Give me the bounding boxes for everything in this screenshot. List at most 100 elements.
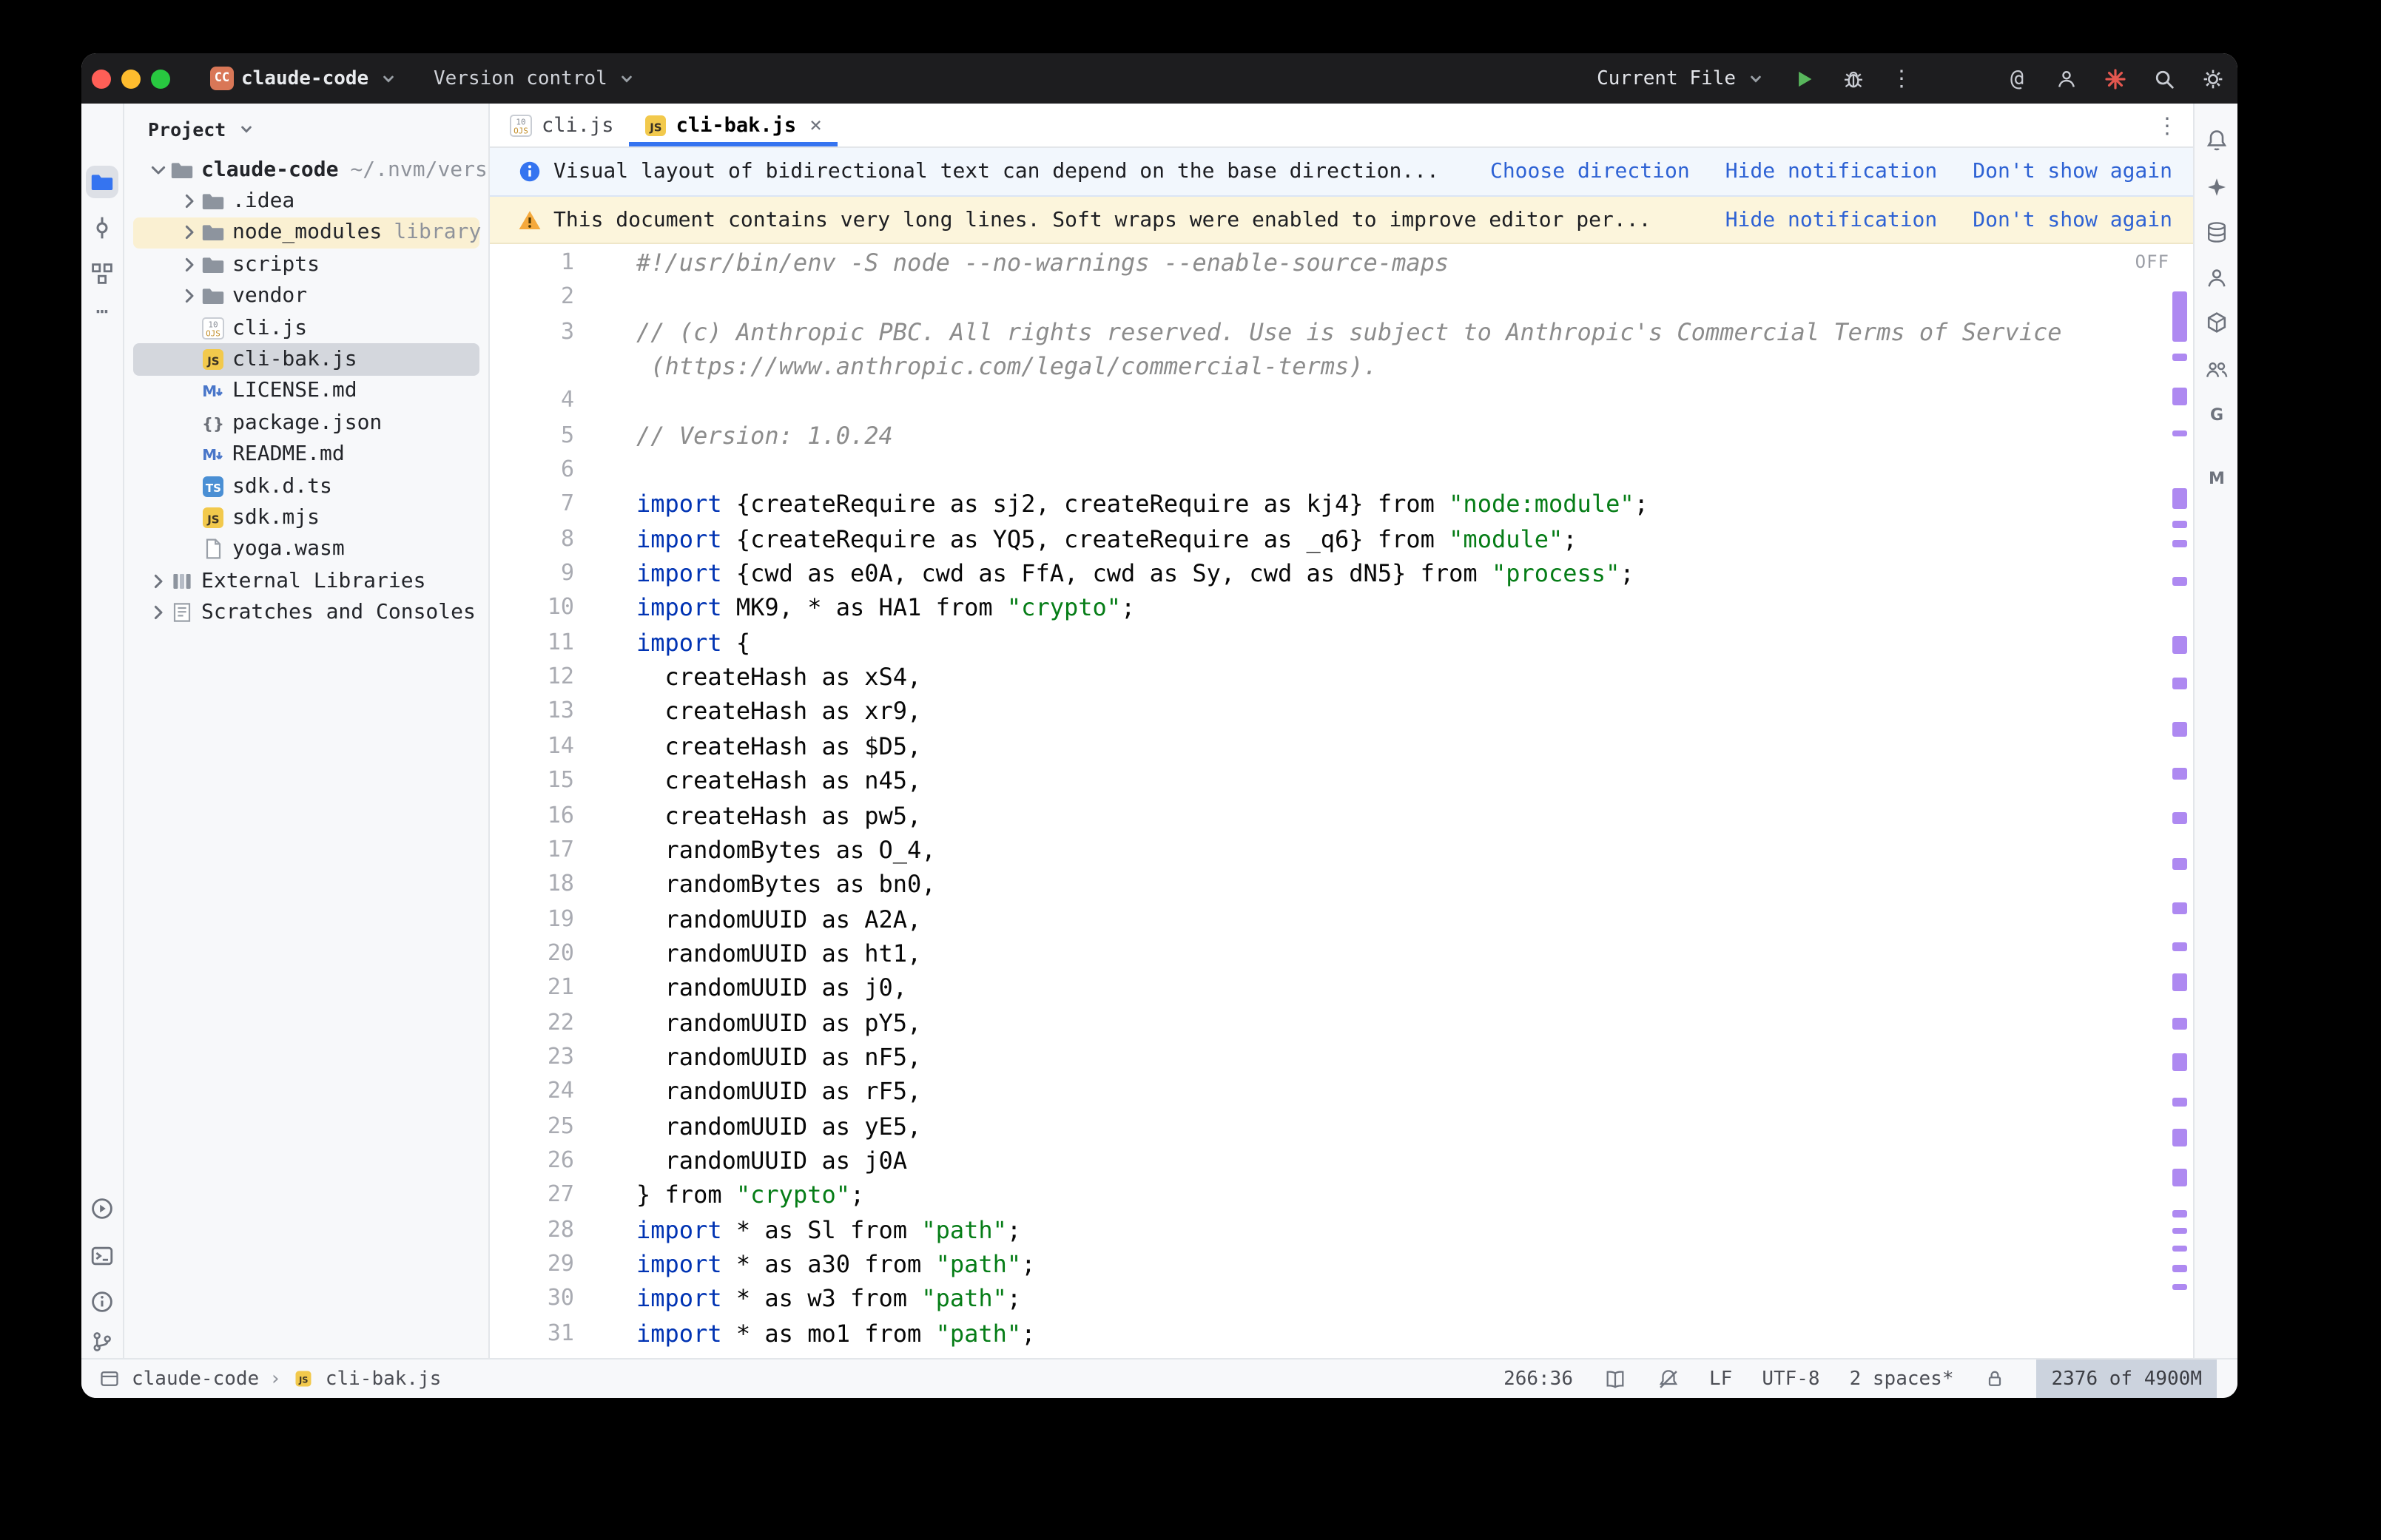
profile-icon[interactable] xyxy=(2054,67,2078,90)
code-line[interactable]: 1#!/usr/bin/env -S node --no-warnings --… xyxy=(490,246,2193,280)
tree-item-idea[interactable]: .idea xyxy=(133,186,479,217)
change-marker[interactable] xyxy=(2172,636,2187,654)
code-line[interactable]: 14 createHash as $D5, xyxy=(490,729,2193,764)
change-marker[interactable] xyxy=(2172,812,2187,824)
tree-item-sdk-mjs[interactable]: JSsdk.mjs xyxy=(133,502,479,534)
caret-position-widget[interactable]: 266:36 xyxy=(1503,1368,1573,1390)
change-marker[interactable] xyxy=(2172,1018,2187,1030)
tree-item-license-md[interactable]: MLICENSE.md xyxy=(133,375,479,407)
tree-item-claude-code[interactable]: claude-code~/.nvm/vers xyxy=(133,154,479,186)
code-line[interactable]: 19 randomUUID as A2A, xyxy=(490,902,2193,936)
more-tools-button[interactable]: ⋯ xyxy=(86,296,118,328)
tree-item-scripts[interactable]: scripts xyxy=(133,249,479,280)
change-marker[interactable] xyxy=(2172,1284,2187,1290)
profile-tool-button[interactable] xyxy=(2201,263,2231,293)
chevron-right-icon[interactable] xyxy=(147,570,170,593)
change-marker[interactable] xyxy=(2172,678,2187,689)
scrollbar-change-markers[interactable] xyxy=(2172,244,2189,1358)
debug-button[interactable] xyxy=(1841,67,1865,90)
ai-tool-button[interactable] xyxy=(2201,173,2231,203)
change-marker[interactable] xyxy=(2172,973,2187,991)
close-tab-icon[interactable]: × xyxy=(809,113,822,137)
settings-button[interactable] xyxy=(2200,67,2224,90)
change-marker[interactable] xyxy=(2172,858,2187,870)
encoding-widget[interactable]: UTF-8 xyxy=(1762,1368,1819,1390)
chevron-right-icon[interactable] xyxy=(178,285,201,308)
breadcrumb-project[interactable]: claude-code xyxy=(132,1368,259,1390)
reader-mode-icon[interactable] xyxy=(1603,1367,1626,1391)
chevron-right-icon[interactable] xyxy=(178,221,201,245)
tree-item-scratches-and-consoles[interactable]: Scratches and Consoles xyxy=(133,597,479,629)
change-marker[interactable] xyxy=(2172,488,2187,509)
close-window-button[interactable] xyxy=(91,69,110,88)
banner-link-don-t-show-again[interactable]: Don't show again xyxy=(1973,160,2172,183)
tab-options-button[interactable]: ⋮ xyxy=(2156,112,2178,138)
vcs-widget[interactable]: Version control xyxy=(434,53,639,104)
tab-cli-js[interactable]: 10OJScli.js xyxy=(494,104,629,146)
code-line[interactable]: 10import MK9, * as HA1 from "crypto"; xyxy=(490,591,2193,626)
code-line[interactable]: 29import * as a30 from "path"; xyxy=(490,1247,2193,1282)
project-widget[interactable]: claude-code xyxy=(241,53,400,104)
run-tool-button[interactable] xyxy=(86,1192,118,1225)
maven-tool-button[interactable]: M xyxy=(2201,463,2231,493)
change-marker[interactable] xyxy=(2172,1228,2187,1234)
code-line[interactable]: 26 randomUUID as j0A xyxy=(490,1144,2193,1178)
code-line[interactable]: 30import * as w3 from "path"; xyxy=(490,1282,2193,1317)
dependencies-tool-button[interactable] xyxy=(2201,308,2231,337)
code-line[interactable]: 25 randomUUID as yE5, xyxy=(490,1109,2193,1144)
change-marker[interactable] xyxy=(2172,902,2187,914)
database-tool-button[interactable] xyxy=(2201,217,2231,247)
tab-cli-bak-js[interactable]: JScli-bak.js× xyxy=(629,104,837,146)
change-marker[interactable] xyxy=(2172,1053,2187,1071)
change-marker[interactable] xyxy=(2172,1169,2187,1186)
code-line[interactable]: 16 createHash as pw5, xyxy=(490,798,2193,833)
structure-tool-button[interactable] xyxy=(86,257,118,290)
banner-link-don-t-show-again[interactable]: Don't show again xyxy=(1973,208,2172,232)
more-actions-button[interactable]: ⋮ xyxy=(1890,67,1913,90)
code-line[interactable]: 15 createHash as n45, xyxy=(490,763,2193,798)
change-marker[interactable] xyxy=(2172,1246,2187,1252)
code-line[interactable]: 6 xyxy=(490,453,2193,487)
breadcrumb-file[interactable]: cli-bak.js xyxy=(326,1368,442,1390)
git-tool-button[interactable] xyxy=(86,1325,118,1358)
code-editor[interactable]: 1#!/usr/bin/env -S node --no-warnings --… xyxy=(490,244,2193,1358)
code-line[interactable]: 11import { xyxy=(490,626,2193,661)
project-panel-header[interactable]: Project xyxy=(124,104,488,154)
tree-item-node-modules[interactable]: node_moduleslibrary xyxy=(133,217,479,249)
terminal-tool-button[interactable] xyxy=(86,1240,118,1272)
dnd-mode-icon[interactable] xyxy=(1656,1367,1680,1391)
banner-link-hide-notification[interactable]: Hide notification xyxy=(1725,160,1938,183)
code-line[interactable]: (https://www.anthropic.com/legal/commerc… xyxy=(490,349,2193,384)
chevron-right-icon[interactable] xyxy=(147,601,170,624)
code-line[interactable]: 2 xyxy=(490,280,2193,315)
minimize-window-button[interactable] xyxy=(121,69,140,88)
change-marker[interactable] xyxy=(2172,577,2187,586)
line-separator-widget[interactable]: LF xyxy=(1709,1368,1732,1390)
indent-widget[interactable]: 2 spaces* xyxy=(1850,1368,1954,1390)
tree-item-cli-js[interactable]: 10OJScli.js xyxy=(133,312,479,344)
gradle-tool-button[interactable]: G xyxy=(2201,399,2231,429)
commit-tool-button[interactable] xyxy=(86,212,118,244)
notifications-bell-icon[interactable] xyxy=(2201,126,2231,155)
code-line[interactable]: 17 randomBytes as O_4, xyxy=(490,833,2193,868)
code-line[interactable]: 18 randomBytes as bn0, xyxy=(490,867,2193,902)
ai-assistant-icon[interactable]: @ xyxy=(2005,67,2029,90)
change-marker[interactable] xyxy=(2172,521,2187,528)
run-button[interactable] xyxy=(1792,67,1816,90)
code-line[interactable]: 31import * as mo1 from "path"; xyxy=(490,1316,2193,1351)
change-marker[interactable] xyxy=(2172,291,2187,342)
problems-tool-button[interactable] xyxy=(86,1286,118,1318)
tree-item-external-libraries[interactable]: External Libraries xyxy=(133,565,479,597)
change-marker[interactable] xyxy=(2172,1098,2187,1107)
project-tool-button[interactable] xyxy=(86,166,118,198)
change-marker[interactable] xyxy=(2172,1265,2187,1272)
change-marker[interactable] xyxy=(2172,768,2187,780)
code-line[interactable]: 4 xyxy=(490,384,2193,419)
code-with-me-tool-button[interactable] xyxy=(2201,355,2231,385)
code-line[interactable]: 27} from "crypto"; xyxy=(490,1178,2193,1213)
code-line[interactable]: 22 randomUUID as pY5, xyxy=(490,1005,2193,1040)
code-line[interactable]: 21 randomUUID as j0, xyxy=(490,970,2193,1005)
code-line[interactable]: 7import {createRequire as sj2, createReq… xyxy=(490,487,2193,522)
change-marker[interactable] xyxy=(2172,722,2187,737)
run-config-widget[interactable]: Current File xyxy=(1597,67,1767,90)
